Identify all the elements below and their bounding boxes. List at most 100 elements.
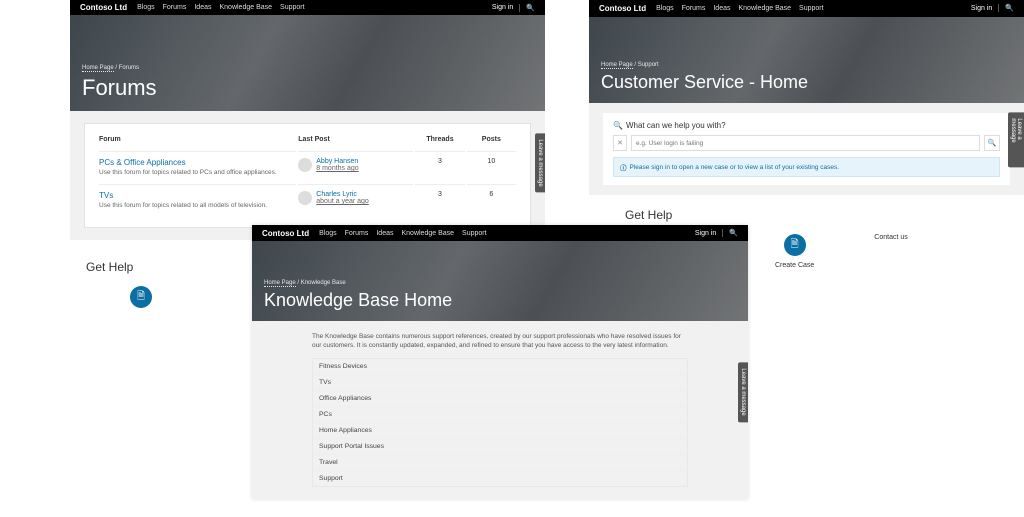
page-title: Knowledge Base Home bbox=[264, 290, 736, 311]
topbar: Contoso Ltd Blogs Forums Ideas Knowledge… bbox=[589, 0, 1024, 17]
crumb-home[interactable]: Home Page bbox=[601, 62, 633, 69]
forum-desc: Use this forum for topics related to PCs… bbox=[99, 169, 296, 176]
last-poster: Charles Lyric about a year ago bbox=[298, 191, 413, 205]
create-case-label: Create Case bbox=[775, 262, 814, 269]
col-lastpost: Last Post bbox=[298, 136, 413, 149]
nav-ideas[interactable]: Ideas bbox=[376, 230, 393, 237]
nav-separator bbox=[998, 4, 999, 12]
search-submit-button[interactable]: 🔍 bbox=[984, 135, 1000, 151]
contact-us-tile[interactable]: Contact us bbox=[874, 234, 907, 269]
breadcrumb: Home Page / Knowledge Base bbox=[264, 280, 736, 286]
kb-category-item[interactable]: Office Appliances bbox=[313, 391, 687, 407]
threads-count: 3 bbox=[415, 184, 464, 215]
cs-hero: Home Page / Support Customer Service - H… bbox=[589, 17, 1024, 103]
signin-link[interactable]: Sign in bbox=[971, 5, 992, 12]
nav-ideas[interactable]: Ideas bbox=[713, 5, 730, 12]
avatar-icon bbox=[298, 191, 312, 205]
search-icon[interactable]: 🔍 bbox=[1005, 4, 1014, 12]
topbar: Contoso Ltd Blogs Forums Ideas Knowledge… bbox=[252, 225, 748, 241]
col-threads: Threads bbox=[415, 136, 464, 149]
poster-name[interactable]: Charles Lyric bbox=[316, 191, 369, 198]
nav-forums[interactable]: Forums bbox=[345, 230, 369, 237]
customer-service-page: Contoso Ltd Blogs Forums Ideas Knowledge… bbox=[589, 0, 1024, 195]
forums-table: Forum Last Post Threads Posts PCs & Offi… bbox=[97, 134, 518, 217]
search-icon[interactable]: 🔍 bbox=[729, 229, 738, 237]
poster-time[interactable]: 8 months ago bbox=[316, 165, 358, 172]
knowledge-base-page: Contoso Ltd Blogs Forums Ideas Knowledge… bbox=[252, 225, 748, 499]
signin-info-banner: ⓘ Please sign in to open a new case or t… bbox=[613, 157, 1000, 177]
nav-separator bbox=[722, 229, 723, 237]
search-icon: 🔍 bbox=[613, 121, 623, 130]
kb-category-item[interactable]: Support bbox=[313, 471, 687, 486]
crumb-current: Support bbox=[638, 62, 659, 68]
nav-support[interactable]: Support bbox=[462, 230, 487, 237]
forums-card: Forum Last Post Threads Posts PCs & Offi… bbox=[84, 123, 531, 228]
kb-category-item[interactable]: PCs bbox=[313, 407, 687, 423]
leave-message-tab[interactable]: Leave a message bbox=[1008, 112, 1024, 167]
signin-link[interactable]: Sign in bbox=[695, 230, 716, 237]
document-icon: 🗎 bbox=[784, 234, 806, 256]
kb-category-item[interactable]: TVs bbox=[313, 375, 687, 391]
search-input[interactable] bbox=[631, 135, 980, 151]
nav-blogs[interactable]: Blogs bbox=[319, 230, 337, 237]
nav-support[interactable]: Support bbox=[799, 5, 824, 12]
kb-category-item[interactable]: Fitness Devices bbox=[313, 359, 687, 375]
create-case-tile[interactable]: 🗎 Create Case bbox=[775, 234, 814, 269]
leave-message-tab[interactable]: Leave a message bbox=[738, 363, 748, 422]
col-forum: Forum bbox=[99, 136, 296, 149]
page-title: Customer Service - Home bbox=[601, 72, 1012, 93]
kb-category-list: Fitness Devices TVs Office Appliances PC… bbox=[312, 358, 688, 487]
search-icon[interactable]: 🔍 bbox=[526, 4, 535, 12]
nav-forums[interactable]: Forums bbox=[163, 4, 187, 11]
banner-text: Please sign in to open a new case or to … bbox=[630, 164, 840, 171]
leave-message-tab[interactable]: Leave a message bbox=[535, 133, 545, 192]
table-row: PCs & Office Appliances Use this forum f… bbox=[99, 151, 516, 182]
kb-hero: Home Page / Knowledge Base Knowledge Bas… bbox=[252, 241, 748, 321]
crumb-home[interactable]: Home Page bbox=[264, 280, 296, 287]
get-help-heading: Get Help bbox=[86, 260, 235, 274]
nav-support[interactable]: Support bbox=[280, 4, 305, 11]
clear-search-button[interactable]: ✕ bbox=[613, 135, 627, 151]
forum-link[interactable]: PCs & Office Appliances bbox=[99, 158, 296, 167]
nav-forums[interactable]: Forums bbox=[682, 5, 706, 12]
kb-category-item[interactable]: Travel bbox=[313, 455, 687, 471]
nav-blogs[interactable]: Blogs bbox=[656, 5, 674, 12]
nav-blogs[interactable]: Blogs bbox=[137, 4, 155, 11]
crumb-current: Forums bbox=[119, 65, 139, 71]
get-help-heading: Get Help bbox=[625, 208, 1024, 222]
nav-links: Blogs Forums Ideas Knowledge Base Suppor… bbox=[656, 5, 823, 12]
document-icon[interactable]: 🗎 bbox=[130, 286, 152, 308]
breadcrumb: Home Page / Forums bbox=[82, 65, 533, 71]
last-poster: Abby Hansen 8 months ago bbox=[298, 158, 413, 172]
brand[interactable]: Contoso Ltd bbox=[262, 229, 309, 238]
poster-name[interactable]: Abby Hansen bbox=[316, 158, 358, 165]
nav-kb[interactable]: Knowledge Base bbox=[401, 230, 454, 237]
table-row: TVs Use this forum for topics related to… bbox=[99, 184, 516, 215]
forum-link[interactable]: TVs bbox=[99, 191, 296, 200]
avatar-icon bbox=[298, 158, 312, 172]
nav-kb[interactable]: Knowledge Base bbox=[738, 5, 791, 12]
brand[interactable]: Contoso Ltd bbox=[80, 3, 127, 12]
brand[interactable]: Contoso Ltd bbox=[599, 4, 646, 13]
poster-time[interactable]: about a year ago bbox=[316, 198, 369, 205]
kb-category-item[interactable]: Support Portal Issues bbox=[313, 439, 687, 455]
col-posts: Posts bbox=[467, 136, 516, 149]
help-search-card: 🔍 What can we help you with? ✕ 🔍 ⓘ Pleas… bbox=[603, 113, 1010, 185]
nav-separator bbox=[519, 4, 520, 12]
signin-link[interactable]: Sign in bbox=[492, 4, 513, 11]
info-icon: ⓘ bbox=[620, 162, 627, 172]
kb-category-item[interactable]: Home Appliances bbox=[313, 423, 687, 439]
nav-kb[interactable]: Knowledge Base bbox=[219, 4, 272, 11]
kb-intro-text: The Knowledge Base contains numerous sup… bbox=[312, 333, 688, 350]
posts-count: 6 bbox=[467, 184, 516, 215]
topbar: Contoso Ltd Blogs Forums Ideas Knowledge… bbox=[70, 0, 545, 15]
forums-hero: Home Page / Forums Forums bbox=[70, 15, 545, 111]
nav-ideas[interactable]: Ideas bbox=[194, 4, 211, 11]
threads-count: 3 bbox=[415, 151, 464, 182]
crumb-home[interactable]: Home Page bbox=[82, 65, 114, 72]
kb-body: The Knowledge Base contains numerous sup… bbox=[252, 321, 748, 499]
forums-page: Contoso Ltd Blogs Forums Ideas Knowledge… bbox=[70, 0, 545, 240]
page-title: Forums bbox=[82, 75, 533, 101]
cs-body: 🔍 What can we help you with? ✕ 🔍 ⓘ Pleas… bbox=[589, 103, 1024, 195]
nav-links: Blogs Forums Ideas Knowledge Base Suppor… bbox=[319, 230, 486, 237]
